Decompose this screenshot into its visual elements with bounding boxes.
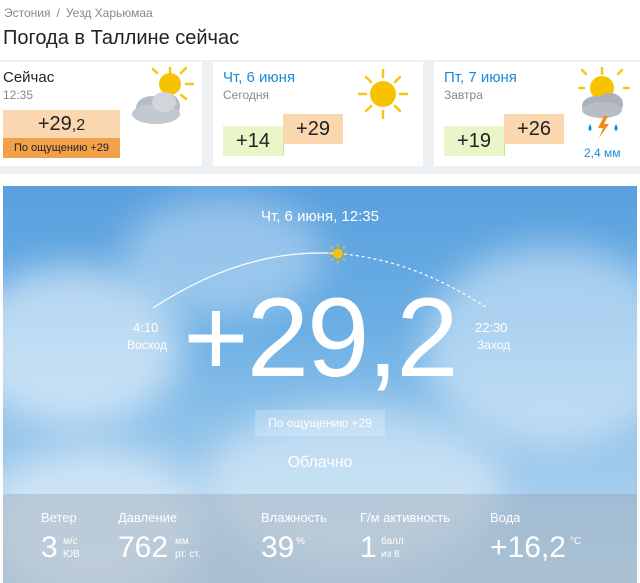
current-weather-hero: Чт, 6 июня, 12:35 4:10 Восход 22:30 Захо… xyxy=(3,186,637,583)
feels-like-chip: По ощущению +29 xyxy=(255,410,385,436)
sun-behind-clouds-icon xyxy=(132,66,194,124)
pressure-label: Давление xyxy=(118,510,178,525)
geomagnetic-scale: из 8 xyxy=(381,549,400,560)
water-unit: °C xyxy=(570,536,582,547)
now-temp-decimal: ,2 xyxy=(71,117,86,134)
min-temp: +14 xyxy=(236,130,270,152)
forecast-card-today[interactable]: Чт, 6 июня Сегодня +14 +29 xyxy=(213,62,423,166)
water-value: +16,2 xyxy=(490,531,566,564)
precipitation-amount: 2,4 мм xyxy=(584,146,621,160)
geomagnetic-unit: балл xyxy=(381,536,404,547)
now-temp-main: +29 xyxy=(37,113,72,135)
now-label: Сейчас xyxy=(3,69,55,86)
current-temperature: +29,2 xyxy=(183,275,458,400)
weather-condition: Облачно xyxy=(287,454,353,471)
day-subtitle: Завтра xyxy=(444,88,483,102)
humidity-label: Влажность xyxy=(261,510,327,525)
pressure-unit: мм xyxy=(175,536,189,547)
breadcrumb-separator: / xyxy=(56,6,60,20)
breadcrumb: Эстония / Уезд Харьюмаа xyxy=(4,6,153,20)
forecast-card-tomorrow[interactable]: Пт, 7 июня Завтра +19 +26 2,4 мм xyxy=(434,62,640,166)
wind-direction: ЮВ xyxy=(63,549,80,560)
max-temp: +29 xyxy=(283,114,343,144)
humidity-unit: % xyxy=(296,536,305,547)
day-title: Чт, 6 июня xyxy=(223,69,296,86)
weather-stats-panel: Ветер 3 м/с ЮВ Давление 762 мм рт. ст. В… xyxy=(3,494,637,583)
day-subtitle: Сегодня xyxy=(223,88,269,102)
now-feels-like: По ощущению +29 xyxy=(3,138,120,158)
wind-unit: м/с xyxy=(63,536,78,547)
wind-label: Ветер xyxy=(41,510,77,525)
geomagnetic-label: Г/м активность xyxy=(360,510,451,525)
sun-icon xyxy=(357,68,409,120)
day-title: Пт, 7 июня xyxy=(444,69,517,86)
now-time: 12:35 xyxy=(3,88,34,102)
min-temp: +19 xyxy=(457,130,491,152)
page-title: Погода в Таллине сейчас xyxy=(3,27,240,49)
geomagnetic-value: 1 xyxy=(360,531,377,564)
pressure-value: 762 xyxy=(118,531,169,564)
humidity-value: 39 xyxy=(261,531,295,564)
breadcrumb-country-link[interactable]: Эстония xyxy=(4,6,51,20)
water-label: Вода xyxy=(490,510,521,525)
now-temp: +29,2 xyxy=(3,110,120,138)
pressure-unit-suffix: рт. ст. xyxy=(175,549,201,560)
wind-value: 3 xyxy=(41,531,58,564)
sun-position-icon xyxy=(327,243,348,264)
current-weather-card[interactable]: Сейчас 12:35 +29,2 По ощущению +29 xyxy=(0,62,202,166)
breadcrumb-region-link[interactable]: Уезд Харьюмаа xyxy=(66,6,153,20)
sun-cloud-thunder-rain-icon xyxy=(578,66,630,138)
max-temp: +26 xyxy=(504,114,564,144)
